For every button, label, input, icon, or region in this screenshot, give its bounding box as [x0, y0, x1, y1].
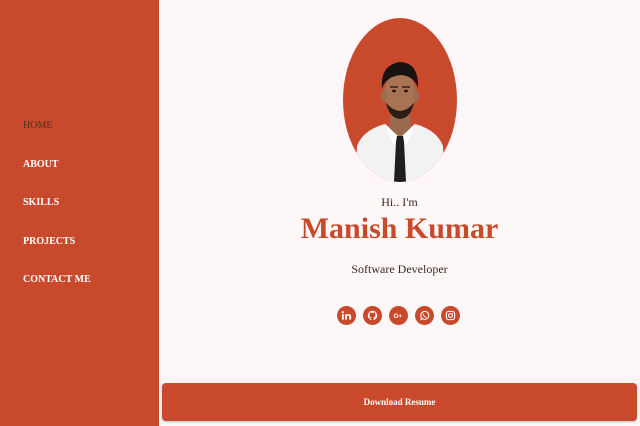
profile-name: Manish Kumar — [300, 212, 499, 245]
linkedin-link[interactable] — [337, 306, 356, 325]
google-plus-icon: G+ — [393, 313, 402, 320]
nav-item-projects[interactable]: PROJECTS — [23, 231, 91, 270]
download-resume-button[interactable]: Download Resume — [162, 383, 637, 421]
nav-item-about[interactable]: ABOUT — [23, 154, 91, 193]
nav-item-home[interactable]: HOME — [23, 115, 91, 154]
sidebar: HOME ABOUT SKILLS PROJECTS CONTACT ME — [0, 0, 159, 426]
google-plus-link[interactable]: G+ — [389, 306, 408, 325]
linkedin-icon — [341, 311, 352, 320]
nav-item-contact-me[interactable]: CONTACT ME — [23, 269, 91, 308]
profile-photo — [343, 18, 457, 182]
social-links: G+ — [337, 306, 460, 325]
nav-item-skills[interactable]: SKILLS — [23, 192, 91, 231]
profile-role: Software Developer — [351, 262, 448, 276]
github-icon — [367, 310, 378, 321]
sidebar-nav: HOME ABOUT SKILLS PROJECTS CONTACT ME — [23, 115, 91, 308]
instagram-icon — [445, 310, 456, 321]
main-content: Hi.. I'm Manish Kumar Software Developer… — [159, 0, 640, 426]
whatsapp-link[interactable] — [415, 306, 434, 325]
svg-text:G+: G+ — [393, 313, 402, 320]
instagram-link[interactable] — [441, 306, 460, 325]
whatsapp-icon — [420, 310, 430, 321]
github-link[interactable] — [363, 306, 382, 325]
greeting-text: Hi.. I'm — [381, 195, 418, 209]
